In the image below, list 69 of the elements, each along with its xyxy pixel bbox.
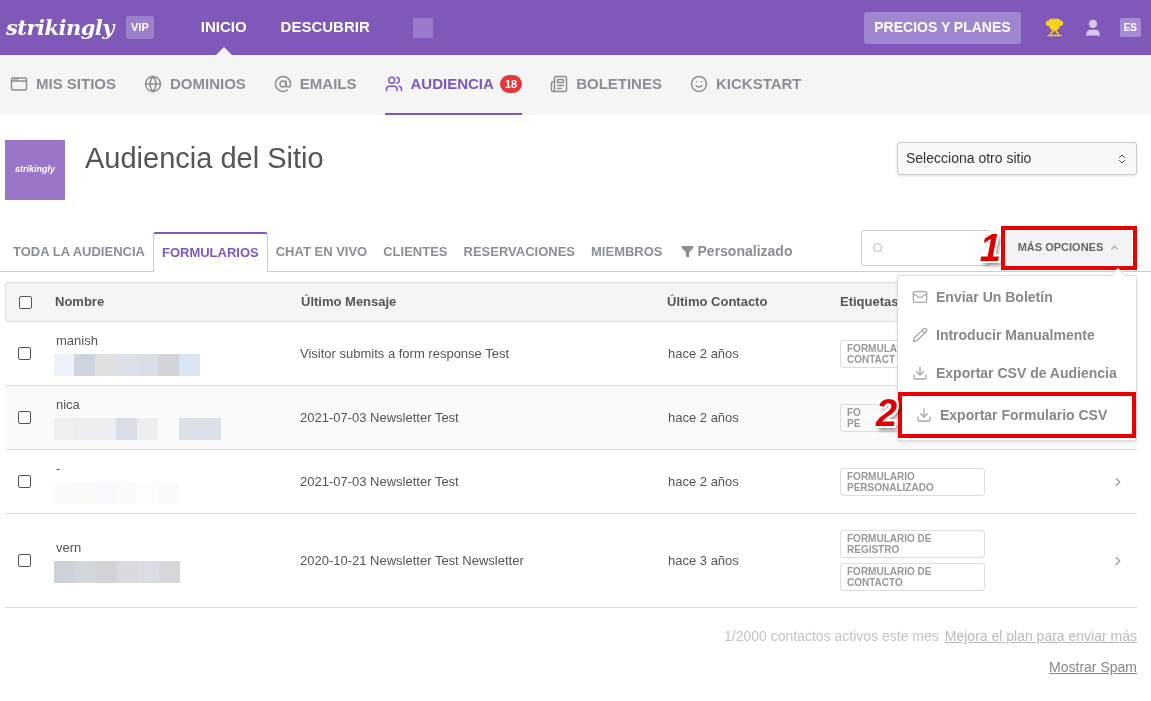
row-checkbox[interactable] xyxy=(18,411,31,424)
tab-icon xyxy=(273,75,292,93)
row-checkbox[interactable] xyxy=(19,295,32,309)
table-cell-text: hace 3 años xyxy=(667,551,740,570)
pricing-button[interactable]: PRECIOS Y PLANES xyxy=(864,11,1021,44)
section-tab[interactable]: MIS SITIOS xyxy=(10,55,116,115)
menu-item[interactable]: Introducir Manualmente xyxy=(898,316,1136,354)
table-cell-text: hace 2 años xyxy=(667,472,740,491)
table-cell-text: 2020-10-21 Newsletter Test Newsletter xyxy=(300,552,525,571)
column-header: Etiquetas xyxy=(840,293,899,312)
table-cell-text: hace 2 años xyxy=(667,344,740,363)
nav-link[interactable]: DESCUBRIR xyxy=(263,0,387,55)
usage-text: 1/2000 contactos activos este mes xyxy=(724,627,939,646)
audience-tab[interactable]: FORMULARIOS xyxy=(152,232,268,272)
brand-logo[interactable]: strikingly xyxy=(6,11,114,44)
audience-tab[interactable]: TODA LA AUDIENCIA xyxy=(5,232,153,272)
custom-filter-tab[interactable]: Personalizado xyxy=(670,231,803,271)
section-tab[interactable]: BOLETINES xyxy=(550,55,662,115)
filter-icon xyxy=(680,244,694,258)
contact-name[interactable]: manish xyxy=(54,330,98,351)
download-icon xyxy=(912,365,928,381)
column-header: Nombre xyxy=(55,293,106,312)
select-arrows-icon xyxy=(1116,152,1128,165)
table-cell-text: hace 2 años xyxy=(667,408,740,427)
spam-link[interactable]: Mostrar Spam xyxy=(1049,657,1137,678)
section-tab[interactable]: EMAILS xyxy=(273,55,357,115)
menu-item[interactable]: Exportar CSV de Audiencia xyxy=(898,354,1136,392)
tab-icon xyxy=(384,75,403,93)
column-header: Último Mensaje xyxy=(301,293,398,312)
table-cell-text: Visitor submits a form response Test xyxy=(300,345,511,364)
pencil-icon xyxy=(912,327,928,343)
language-badge[interactable]: ES xyxy=(1119,18,1141,37)
section-tab[interactable]: KICKSTART xyxy=(689,55,802,115)
site-logo: strikingly xyxy=(5,140,65,200)
download-icon xyxy=(916,407,932,423)
tab-icon xyxy=(10,75,28,93)
step-number: 1 xyxy=(979,228,1001,267)
row-checkbox[interactable] xyxy=(18,475,31,488)
tab-icon xyxy=(550,75,569,93)
audience-tab[interactable]: RESERVACIONES xyxy=(455,232,583,272)
table-cell-text: 2021-07-03 Newsletter Test xyxy=(300,409,460,428)
menu-item[interactable]: Enviar Un Boletín xyxy=(898,278,1136,316)
section-tab[interactable]: DOMINIOS xyxy=(144,55,246,115)
plan-badge: VIP xyxy=(126,16,154,39)
row-checkbox[interactable] xyxy=(18,347,31,360)
contact-name[interactable]: vern xyxy=(54,537,82,558)
search-icon xyxy=(872,241,884,254)
placeholder-square xyxy=(412,17,433,38)
count-badge: 18 xyxy=(499,74,523,94)
step-number: 2 xyxy=(876,392,898,434)
tab-icon xyxy=(689,75,708,93)
section-tab[interactable]: AUDIENCIA 18 xyxy=(384,55,523,115)
column-header: Último Contacto xyxy=(667,293,769,312)
mail-icon xyxy=(912,289,928,305)
trophy-icon[interactable] xyxy=(1044,18,1064,37)
tab-icon xyxy=(144,75,162,93)
site-select[interactable]: Selecciona otro sitio xyxy=(897,142,1137,175)
audience-tab[interactable]: CLIENTES xyxy=(375,232,456,272)
page-title: Audiencia del Sitio xyxy=(85,141,324,176)
table-cell-text: 2021-07-03 Newsletter Test xyxy=(300,473,460,492)
upgrade-link[interactable]: Mejora el plan para enviar más xyxy=(944,626,1137,647)
contact-name[interactable]: nica xyxy=(54,394,80,415)
more-options-button[interactable]: MÁS OPCIONES xyxy=(1006,230,1132,265)
audience-tab[interactable]: MIEMBROS xyxy=(583,232,671,272)
tag: FO PE xyxy=(847,406,861,429)
contact-name[interactable]: - xyxy=(54,458,61,479)
audience-tab[interactable]: CHAT EN VIVO xyxy=(267,232,376,272)
menu-item[interactable]: Exportar Formulario CSV xyxy=(902,396,1132,434)
row-checkbox[interactable] xyxy=(18,554,31,567)
